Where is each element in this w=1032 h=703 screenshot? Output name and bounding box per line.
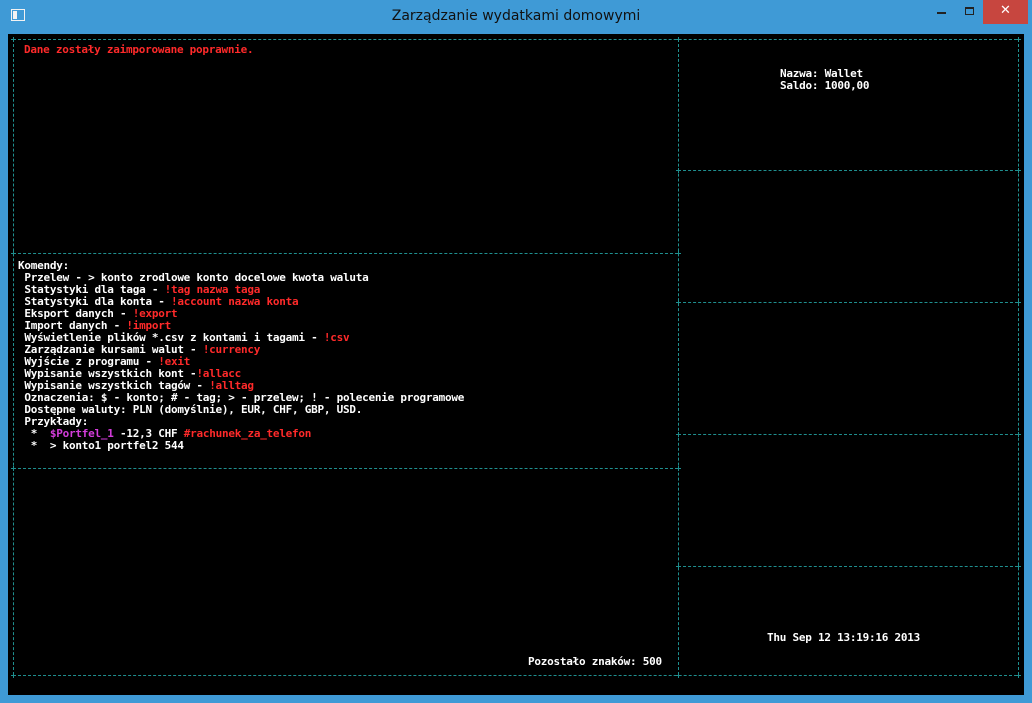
example-transfer: > konto1 portfel2 544 [49,439,184,452]
frame-junction-marker [676,564,681,569]
example-tag: #rachunek_za_telefon [183,427,312,440]
frame-junction-marker [676,673,681,678]
status-message: Dane zostały zaimporowane poprawnie. [24,43,254,56]
frame-bottom-border [13,675,1017,676]
frame-corner-marker [1016,37,1021,42]
frame-top-border [13,39,1017,40]
help-line-command: !csv [323,331,350,344]
divider-right-1 [678,170,1018,171]
frame-junction-marker [676,300,681,305]
account-balance: Saldo: 1000,00 [780,79,870,92]
remaining-chars-counter: Pozostało znaków: 500 [528,655,662,668]
close-button[interactable]: ✕ [983,0,1028,24]
bullet: * [18,439,50,452]
example-line: * > konto1 portfel2 544 [18,440,184,452]
app-window: Zarządzanie wydatkami domowymi ✕ Dane zo… [0,0,1032,703]
minimize-button[interactable] [931,0,953,24]
frame-junction-marker [676,168,681,173]
frame-right-border [1018,39,1019,675]
divider-right-4 [678,566,1018,567]
maximize-icon [965,7,974,15]
frame-junction-marker [676,466,681,471]
maximize-button[interactable] [957,0,983,24]
help-line-command: !account nazwa konta [170,295,299,308]
frame-junction-marker [1016,564,1021,569]
frame-corner-marker [1016,673,1021,678]
frame-junction-marker [1016,432,1021,437]
frame-junction-marker [676,37,681,42]
frame-junction-marker [11,466,16,471]
window-title: Zarządzanie wydatkami domowymi [391,8,641,24]
divider-right-2 [678,302,1018,303]
frame-left-border [13,39,14,675]
divider-right-3 [678,434,1018,435]
console-area[interactable]: Dane zostały zaimporowane poprawnie. Kom… [8,34,1024,695]
minimize-icon [937,12,946,14]
frame-junction-marker [1016,168,1021,173]
close-icon: ✕ [1000,3,1011,18]
help-line-command: !currency [202,343,261,356]
divider-status-help [13,253,678,254]
frame-junction-marker [676,432,681,437]
title-bar[interactable]: Zarządzanie wydatkami domowymi ✕ [0,0,1032,34]
frame-corner-marker [11,673,16,678]
frame-corner-marker [11,37,16,42]
clock-datetime: Thu Sep 12 13:19:16 2013 [767,631,920,644]
divider-help-input [13,468,678,469]
frame-junction-marker [1016,300,1021,305]
frame-junction-marker [676,251,681,256]
frame-junction-marker [11,251,16,256]
frame-center-divider [678,39,679,675]
